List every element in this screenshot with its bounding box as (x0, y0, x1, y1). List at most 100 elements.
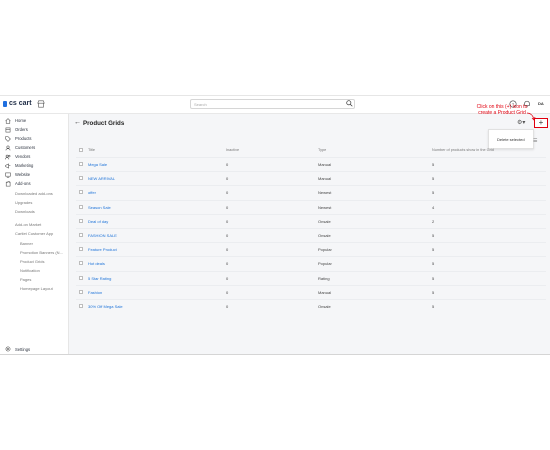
sidebar-item-vendors[interactable]: Vendors (5, 153, 30, 160)
type-cell: Manual (318, 176, 332, 182)
sidebar-item-home[interactable]: Home (5, 117, 26, 124)
sidebar-item-settings[interactable]: Settings (5, 346, 30, 352)
home-icon (5, 117, 11, 124)
table-row: Hot deals 0 Popular 5 (76, 256, 546, 271)
row-checkbox[interactable] (79, 233, 83, 237)
logo-mark-icon (3, 100, 7, 107)
row-checkbox[interactable] (79, 176, 83, 181)
grid-title-link[interactable]: Hot deals (88, 261, 105, 266)
row-checkbox[interactable] (79, 247, 83, 252)
grid-title-link[interactable]: 30% Off Mega Sale (88, 304, 123, 309)
grid-title-link[interactable]: Mega Sale (88, 162, 107, 167)
table-row: offer 0 Newest 5 (76, 185, 546, 200)
table-row: Deal of day 0 Onsale 2 (76, 213, 546, 229)
type-cell: Popular (318, 261, 332, 267)
logo[interactable]: cs cart (3, 100, 32, 107)
sidebar-subitem-product-grids[interactable]: Product Grids (20, 259, 44, 264)
count-cell: 5 (432, 261, 435, 267)
sidebar-item-addons[interactable]: Add-ons (5, 180, 31, 187)
sidebar-subitem-addon-market[interactable]: Add-on Market (15, 222, 41, 227)
settings-gear-button[interactable]: ⚙▾ (517, 119, 525, 126)
inactive-cell: 0 (226, 218, 229, 224)
grid-title-link[interactable]: Fashion (88, 290, 102, 295)
sidebar-item-label: Website (15, 172, 31, 177)
table-row: Fashion 0 Manual 5 (76, 284, 546, 300)
table-row: Feature Product 0 Popular 5 (76, 242, 546, 257)
sidebar-subitem-banner[interactable]: Banner (20, 241, 33, 246)
sidebar-item-label: Products (15, 136, 32, 141)
table-row: Mega Sale 0 Manual 5 (76, 157, 546, 172)
column-header-title[interactable]: Title (88, 148, 95, 152)
row-checkbox[interactable] (79, 162, 83, 166)
count-cell: 2 (432, 218, 435, 224)
sidebar-item-label: Home (15, 118, 27, 123)
add-product-grid-button[interactable]: + (534, 118, 548, 128)
sidebar-subitem-downloaded-addons[interactable]: Downloaded add-ons (15, 191, 53, 196)
back-arrow-icon[interactable]: ← (74, 119, 81, 126)
inactive-cell: 0 (226, 233, 229, 238)
grid-title-link[interactable]: Season Sale (88, 205, 111, 210)
sidebar-item-website[interactable]: Website (5, 171, 30, 178)
count-cell: 5 (432, 275, 435, 281)
count-cell: 5 (432, 176, 435, 182)
table-row: 5 Star Rating 0 Rating 5 (76, 270, 546, 286)
sidebar-item-label: Add-ons (15, 181, 31, 186)
inactive-cell: 0 (226, 176, 229, 182)
column-header-count[interactable]: Number of products show in the Grid (432, 148, 494, 152)
sidebar-subitem-upgrades[interactable]: Upgrades (15, 200, 32, 205)
sidebar-subitem-homepage-layout[interactable]: Homepage Layout (20, 286, 53, 291)
grid-title-link[interactable]: Deal of day (88, 219, 108, 224)
count-cell: 5 (432, 162, 435, 167)
grid-title-link[interactable]: FASHION SALE (88, 233, 117, 238)
type-cell: Onsale (318, 304, 331, 309)
sidebar-item-label: Vendors (15, 154, 31, 159)
avatar[interactable]: DA (538, 100, 544, 108)
type-cell: Popular (318, 247, 332, 253)
app-window: cs cart Search ? DA Home Orders Products… (0, 95, 550, 355)
grid-title-link[interactable]: Feature Product (88, 247, 117, 252)
page-header: ← Product Grids ⚙▾ + (69, 114, 550, 134)
sidebar-item-orders[interactable]: Orders (5, 126, 28, 133)
delete-selected-item[interactable]: Delete selected (497, 137, 525, 142)
sidebar-subitem-cartlet-app[interactable]: Cartlet Customer App (15, 231, 53, 236)
column-header-type[interactable]: Type (318, 148, 326, 152)
inactive-cell: 0 (226, 247, 229, 253)
row-checkbox[interactable] (79, 304, 83, 308)
type-cell: Manual (318, 289, 332, 295)
list-view-icon[interactable]: ☰ (533, 138, 537, 144)
orders-icon (5, 127, 11, 132)
row-checkbox[interactable] (79, 204, 83, 209)
annotation-text: Click on this (+) icon to create a Produ… (476, 104, 528, 116)
row-checkbox[interactable] (79, 275, 83, 280)
search-icon[interactable] (346, 100, 353, 107)
users-icon (5, 154, 11, 159)
sidebar-subitem-promotion-banners[interactable]: Promotion Banners (N... (20, 250, 63, 255)
type-cell: Newest (318, 204, 332, 210)
type-cell: Rating (318, 275, 330, 281)
gear-dropdown-menu: Delete selected (488, 129, 534, 149)
sidebar-item-customers[interactable]: Customers (5, 144, 35, 151)
sidebar-subitem-downloads[interactable]: Downloads (15, 209, 35, 214)
select-all-checkbox[interactable] (79, 148, 83, 152)
gear-icon (5, 346, 11, 352)
count-cell: 4 (432, 204, 435, 210)
puzzle-icon (5, 180, 11, 186)
inactive-cell: 0 (226, 204, 229, 210)
row-checkbox[interactable] (79, 289, 83, 294)
search-input[interactable]: Search (190, 99, 355, 109)
grid-title-link[interactable]: 5 Star Rating (88, 276, 111, 281)
type-cell: Onsale (318, 233, 331, 238)
row-checkbox[interactable] (79, 218, 83, 223)
store-icon[interactable] (37, 100, 45, 108)
sidebar-item-marketing[interactable]: Marketing (5, 162, 33, 169)
grid-title-link[interactable]: NEW ARRIVAL (88, 176, 115, 181)
column-header-inactive[interactable]: Inactive (226, 148, 239, 152)
sidebar-item-products[interactable]: Products (5, 135, 32, 142)
type-cell: Onsale (318, 218, 331, 224)
grid-title-link[interactable]: offer (88, 190, 96, 195)
sidebar-subitem-pages[interactable]: Pages (20, 277, 31, 282)
inactive-cell: 0 (226, 275, 229, 281)
row-checkbox[interactable] (79, 190, 83, 195)
sidebar-subitem-notification[interactable]: Notification (20, 268, 40, 273)
row-checkbox[interactable] (79, 261, 83, 266)
